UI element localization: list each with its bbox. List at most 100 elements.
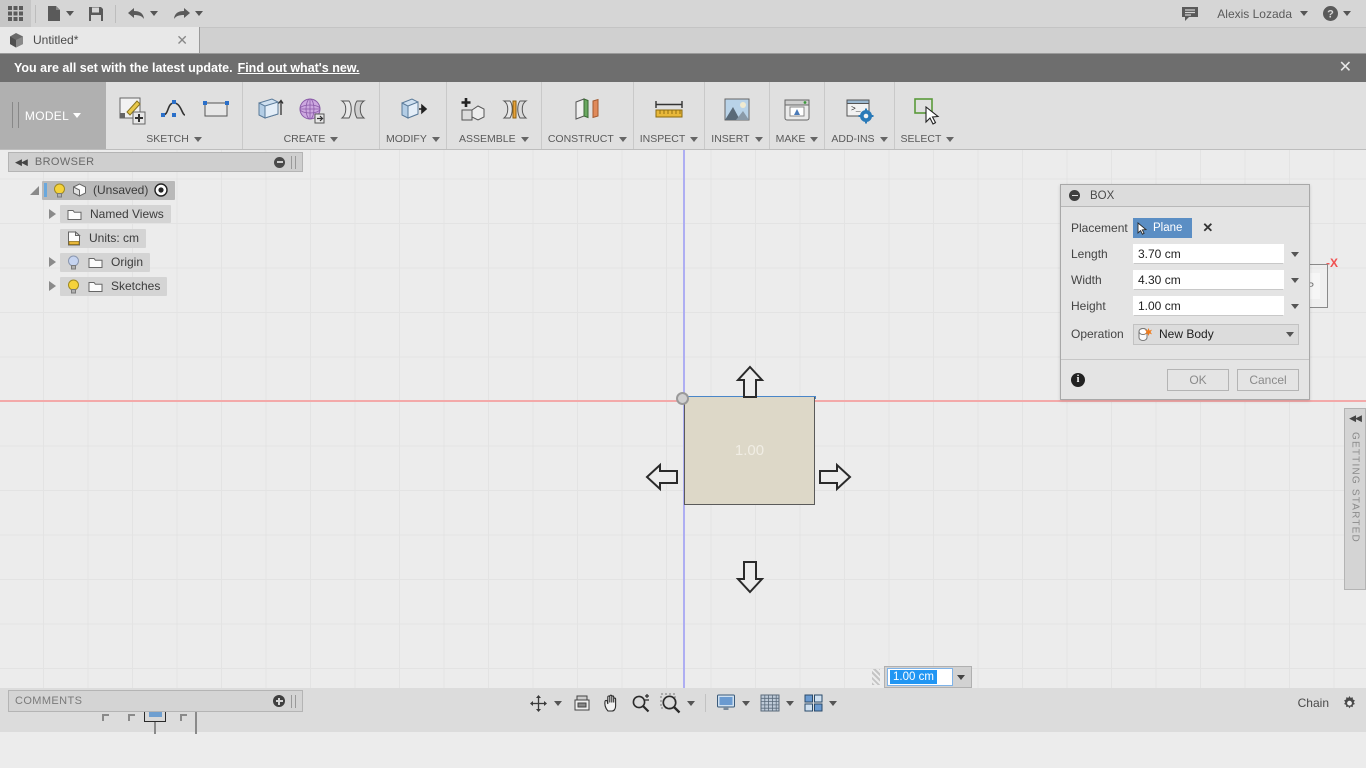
undo-button[interactable] bbox=[120, 0, 165, 28]
close-icon[interactable]: ✕ bbox=[1339, 60, 1352, 76]
measure-button[interactable] bbox=[649, 90, 689, 130]
light-bulb-icon[interactable] bbox=[53, 183, 66, 198]
ribbon-group-label-modify[interactable]: MODIFY bbox=[386, 133, 440, 149]
chevron-down-icon[interactable] bbox=[1291, 278, 1299, 283]
placement-plane-button[interactable]: Plane bbox=[1133, 218, 1192, 238]
operation-dropdown[interactable]: New Body bbox=[1133, 324, 1299, 345]
app-grid-button[interactable] bbox=[0, 0, 31, 28]
clear-selection-icon[interactable]: ✕ bbox=[1202, 220, 1213, 236]
chevron-down-icon[interactable] bbox=[786, 701, 794, 706]
save-button[interactable] bbox=[81, 0, 111, 28]
display-settings-button[interactable] bbox=[711, 690, 755, 716]
ribbon-group-label-assemble[interactable]: ASSEMBLE bbox=[459, 133, 529, 149]
collapse-left-icon[interactable]: ◀◀ bbox=[15, 157, 27, 168]
twisty-closed-icon[interactable] bbox=[44, 257, 60, 267]
manipulator-arrow-up[interactable] bbox=[735, 365, 765, 399]
length-input[interactable]: 3.70 cm bbox=[1133, 244, 1284, 264]
orbit-button[interactable] bbox=[524, 690, 567, 716]
help-menu-button[interactable]: ? bbox=[1315, 0, 1358, 28]
ribbon-group-label-sketch[interactable]: SKETCH bbox=[146, 133, 202, 149]
chevron-down-icon[interactable] bbox=[742, 701, 750, 706]
manipulator-arrow-left[interactable] bbox=[645, 462, 679, 492]
ribbon-group-label-make[interactable]: MAKE bbox=[776, 133, 819, 149]
dimension-input-chip[interactable]: 1.00 cm bbox=[884, 666, 972, 688]
dimension-input-field[interactable]: 1.00 cm bbox=[887, 668, 953, 686]
close-icon[interactable]: ✕ bbox=[173, 33, 191, 47]
extrude-button[interactable] bbox=[249, 90, 289, 130]
ok-button[interactable]: OK bbox=[1167, 369, 1229, 391]
getting-started-panel-rail[interactable]: ◀◀ GETTING STARTED bbox=[1344, 408, 1366, 590]
light-bulb-icon[interactable] bbox=[67, 279, 80, 294]
width-input[interactable]: 4.30 cm bbox=[1133, 270, 1284, 290]
dimension-drag-handle[interactable] bbox=[872, 669, 880, 685]
collapse-left-icon[interactable]: ◀◀ bbox=[1349, 409, 1361, 432]
loft-button[interactable] bbox=[333, 90, 373, 130]
twisty-open-icon[interactable] bbox=[26, 186, 42, 195]
twisty-closed-icon[interactable] bbox=[44, 281, 60, 291]
document-tab[interactable]: Untitled* ✕ bbox=[0, 27, 200, 53]
ribbon-group-label-inspect[interactable]: INSPECT bbox=[640, 133, 699, 149]
comments-bubble-button[interactable] bbox=[1174, 0, 1206, 28]
look-at-button[interactable] bbox=[567, 690, 597, 716]
manipulator-arrow-down[interactable] bbox=[735, 560, 765, 594]
press-pull-button[interactable] bbox=[393, 90, 433, 130]
whats-new-link[interactable]: Find out what's new. bbox=[238, 61, 360, 75]
workspace-switcher[interactable]: MODEL bbox=[0, 82, 106, 149]
user-menu-button[interactable]: Alexis Lozada bbox=[1206, 0, 1315, 28]
new-component-button[interactable] bbox=[453, 90, 493, 130]
chevron-down-icon[interactable] bbox=[687, 701, 695, 706]
insert-image-button[interactable] bbox=[717, 90, 757, 130]
manipulator-arrow-right[interactable] bbox=[818, 462, 852, 492]
twisty-closed-icon[interactable] bbox=[44, 209, 60, 219]
tree-item-units[interactable]: Units: cm bbox=[8, 226, 303, 250]
new-file-button[interactable] bbox=[40, 0, 81, 28]
offset-plane-button[interactable] bbox=[567, 90, 607, 130]
ribbon-group-label-addins[interactable]: ADD-INS bbox=[831, 133, 887, 149]
ribbon-group-label-insert[interactable]: INSERT bbox=[711, 133, 762, 149]
target-icon[interactable] bbox=[154, 183, 168, 197]
add-comment-button[interactable] bbox=[273, 695, 285, 707]
viewports-button[interactable] bbox=[799, 690, 842, 716]
grid-snaps-button[interactable] bbox=[755, 690, 799, 716]
cancel-button[interactable]: Cancel bbox=[1237, 369, 1299, 391]
gear-icon[interactable] bbox=[1341, 695, 1358, 712]
redo-button[interactable] bbox=[165, 0, 210, 28]
ribbon-group-label-construct[interactable]: CONSTRUCT bbox=[548, 133, 627, 149]
chevron-down-icon[interactable] bbox=[957, 675, 965, 680]
light-bulb-icon[interactable] bbox=[67, 255, 80, 270]
origin-point[interactable] bbox=[676, 392, 689, 405]
3d-print-button[interactable] bbox=[777, 90, 817, 130]
ribbon-group-label-create[interactable]: CREATE bbox=[284, 133, 339, 149]
chevron-down-icon[interactable] bbox=[1291, 252, 1299, 257]
panel-resize-grip[interactable] bbox=[291, 695, 296, 708]
create-sketch-button[interactable] bbox=[112, 90, 152, 130]
info-icon[interactable]: i bbox=[1071, 373, 1085, 387]
ribbon-group-buttons bbox=[453, 82, 535, 133]
tree-item-origin[interactable]: Origin bbox=[8, 250, 303, 274]
box-preview-face[interactable]: 1.00 bbox=[684, 397, 815, 505]
ribbon-group-label-select[interactable]: SELECT bbox=[901, 133, 955, 149]
panel-resize-grip[interactable] bbox=[291, 156, 296, 169]
zoom-button[interactable] bbox=[626, 690, 655, 716]
joint-button[interactable] bbox=[495, 90, 535, 130]
height-input[interactable]: 1.00 cm bbox=[1133, 296, 1284, 316]
select-button[interactable] bbox=[907, 90, 947, 130]
spline-button[interactable] bbox=[154, 90, 194, 130]
chevron-down-icon[interactable] bbox=[1286, 332, 1294, 337]
chevron-down-icon[interactable] bbox=[829, 701, 837, 706]
chevron-down-icon[interactable] bbox=[554, 701, 562, 706]
pan-button[interactable] bbox=[597, 690, 626, 716]
units-doc-icon bbox=[67, 231, 81, 246]
chevron-down-icon[interactable] bbox=[1291, 304, 1299, 309]
dialog-minimize-button[interactable] bbox=[1069, 190, 1080, 201]
revolve-button[interactable] bbox=[291, 90, 331, 130]
box-dialog-header[interactable]: BOX bbox=[1061, 185, 1309, 207]
tree-item-sketches[interactable]: Sketches bbox=[8, 274, 303, 298]
zoom-window-button[interactable] bbox=[655, 690, 700, 716]
tree-item-unsaved[interactable]: (Unsaved) bbox=[8, 178, 303, 202]
tree-item-named-views[interactable]: Named Views bbox=[8, 202, 303, 226]
scripts-addins-button[interactable]: >_ bbox=[839, 90, 879, 130]
comments-panel[interactable]: COMMENTS bbox=[8, 690, 303, 712]
browser-minimize-button[interactable] bbox=[274, 157, 285, 168]
rectangle-button[interactable] bbox=[196, 90, 236, 130]
